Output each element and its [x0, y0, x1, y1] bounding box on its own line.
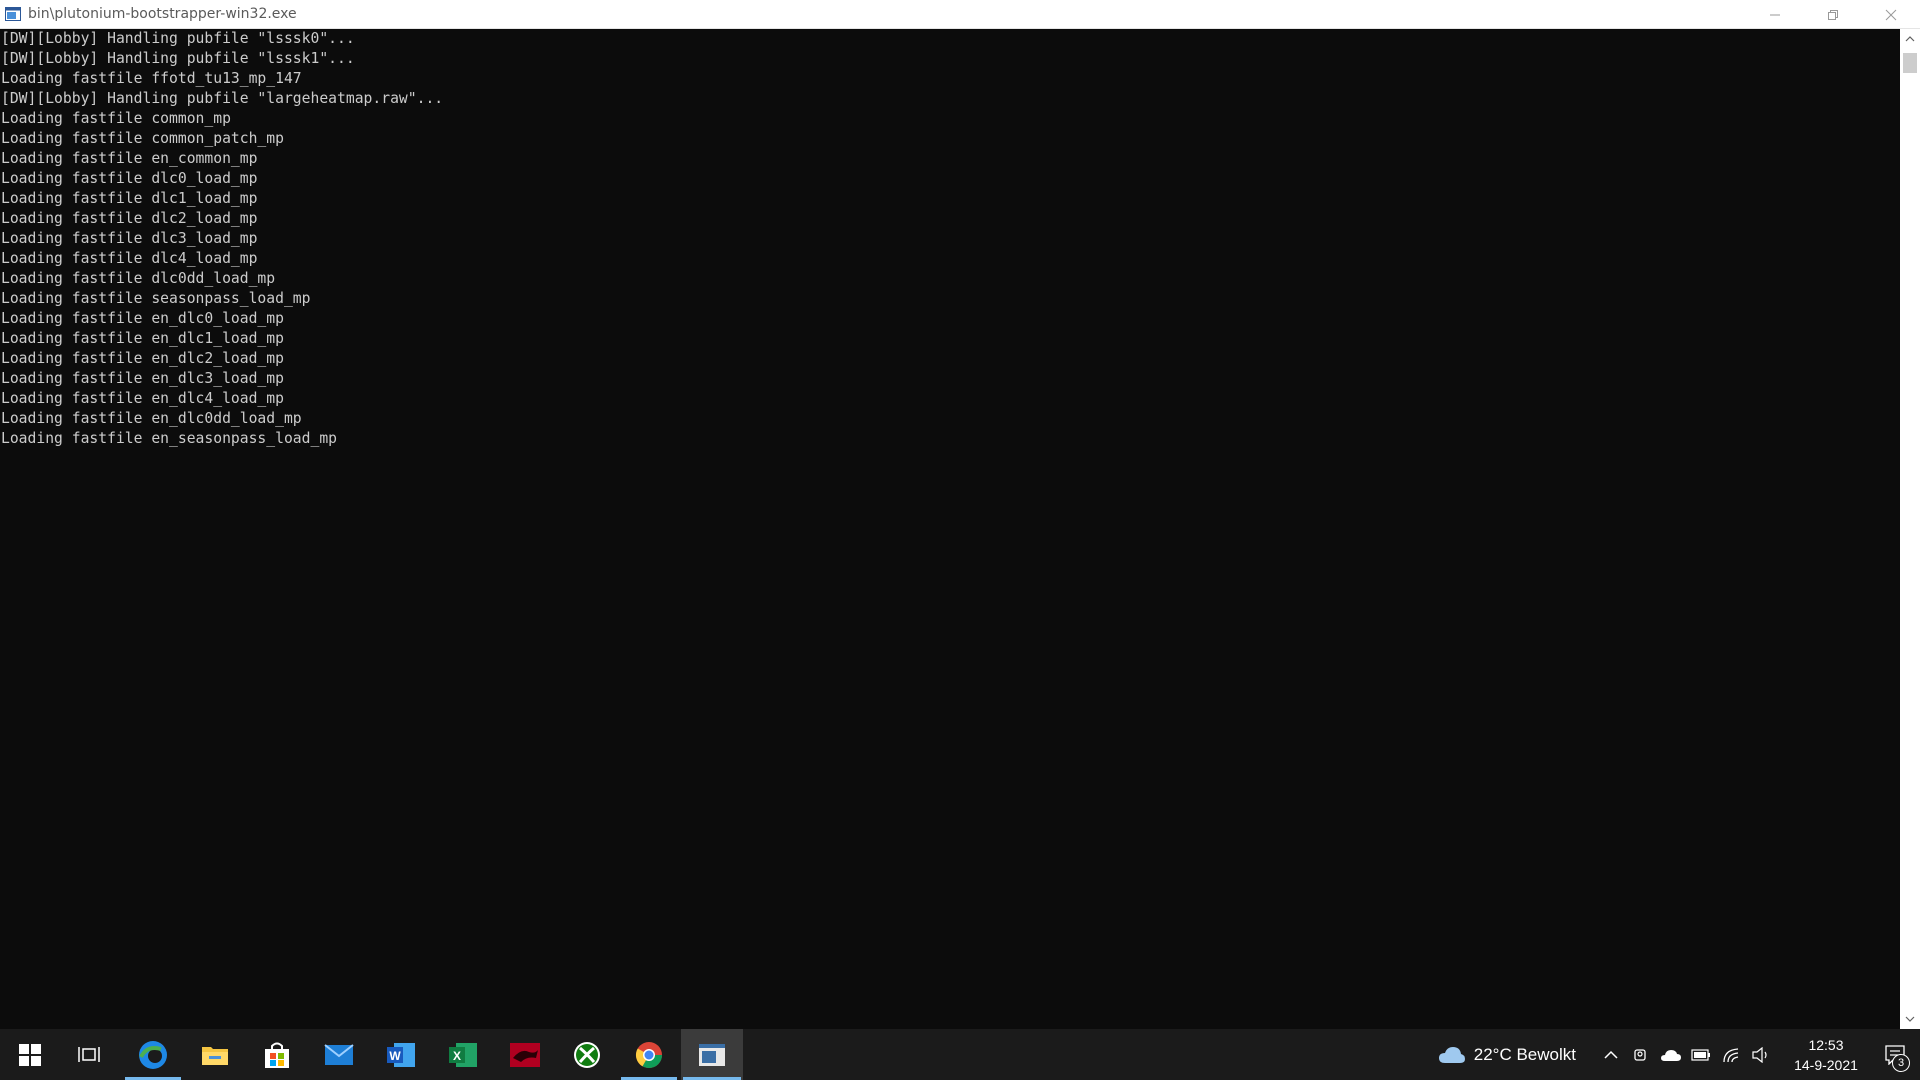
wifi-icon: [1723, 1047, 1739, 1062]
console-line: Loading fastfile en_dlc1_load_mp: [1, 330, 284, 347]
edge-icon: [139, 1040, 167, 1069]
console-line: Loading fastfile en_common_mp: [1, 150, 258, 167]
taskbar: W X 22°C Bewolkt 12:53 14-9-2021 3: [0, 1029, 1920, 1080]
taskbar-app-edge[interactable]: [123, 1029, 183, 1080]
notification-center-button[interactable]: 3: [1870, 1029, 1920, 1080]
task-view-icon: [78, 1046, 100, 1062]
task-view-button[interactable]: [59, 1029, 119, 1080]
console-line: Loading fastfile dlc1_load_mp: [1, 190, 258, 207]
taskbar-app-excel[interactable]: X: [433, 1029, 493, 1080]
taskbar-app-console[interactable]: [681, 1029, 743, 1080]
meet-now-button[interactable]: [1626, 1029, 1656, 1080]
console-line: Loading fastfile common_mp: [1, 110, 231, 127]
xbox-icon: [574, 1041, 600, 1068]
weather-text: 22°C Bewolkt: [1473, 1044, 1576, 1064]
battery-button[interactable]: [1686, 1029, 1716, 1080]
console-line: Loading fastfile en_dlc3_load_mp: [1, 370, 284, 387]
cloud-icon: [1438, 1046, 1465, 1063]
console-line: [DW][Lobby] Handling pubfile "lsssk1"...: [1, 50, 355, 67]
taskbar-app-mail[interactable]: [309, 1029, 369, 1080]
svg-text:X: X: [453, 1049, 461, 1063]
console-line: [DW][Lobby] Handling pubfile "largeheatm…: [1, 90, 444, 107]
console-line: Loading fastfile en_dlc0_load_mp: [1, 310, 284, 327]
weather-widget[interactable]: 22°C Bewolkt: [1438, 1045, 1576, 1065]
window-title: bin\plutonium-bootstrapper-win32.exe: [28, 6, 297, 22]
volume-button[interactable]: [1746, 1029, 1776, 1080]
show-hidden-icons-button[interactable]: [1596, 1029, 1626, 1080]
start-button[interactable]: [0, 1029, 60, 1080]
taskbar-app-chrome[interactable]: [619, 1029, 679, 1080]
system-tray: 22°C Bewolkt 12:53 14-9-2021 3: [1438, 1029, 1920, 1080]
scroll-up-button[interactable]: [1900, 29, 1920, 49]
console-line: Loading fastfile en_dlc2_load_mp: [1, 350, 284, 367]
console-line: Loading fastfile dlc3_load_mp: [1, 230, 258, 247]
onedrive-icon: [1661, 1049, 1681, 1061]
onedrive-button[interactable]: [1656, 1029, 1686, 1080]
console-output[interactable]: [DW][Lobby] Handling pubfile "lsssk0"...…: [0, 29, 1900, 1029]
console-line: Loading fastfile en_dlc0dd_load_mp: [1, 410, 302, 427]
console-line: Loading fastfile seasonpass_load_mp: [1, 290, 311, 307]
chrome-icon: [635, 1041, 663, 1068]
console-line: Loading fastfile en_seasonpass_load_mp: [1, 430, 338, 447]
console-line: Loading fastfile dlc0dd_load_mp: [1, 270, 276, 287]
scrollbar-thumb[interactable]: [1903, 53, 1917, 73]
taskbar-app-red[interactable]: [495, 1029, 555, 1080]
clock-time: 12:53: [1808, 1036, 1844, 1053]
mail-icon: [324, 1043, 354, 1065]
svg-text:W: W: [389, 1049, 401, 1063]
start-icon: [19, 1043, 41, 1066]
network-button[interactable]: [1716, 1029, 1746, 1080]
console-line: Loading fastfile dlc0_load_mp: [1, 170, 258, 187]
file-explorer-icon: [202, 1046, 228, 1065]
console-app-icon: [4, 6, 22, 22]
clock[interactable]: 12:53 14-9-2021: [1782, 1035, 1870, 1075]
chevron-down-icon: [1905, 1016, 1915, 1022]
close-button[interactable]: [1862, 0, 1920, 29]
console-line: Loading fastfile ffotd_tu13_mp_147: [1, 70, 302, 87]
console-line: Loading fastfile common_patch_mp: [1, 130, 284, 147]
red-app-icon: [510, 1042, 540, 1067]
console-line: Loading fastfile dlc2_load_mp: [1, 210, 258, 227]
minimize-icon: [1770, 14, 1780, 15]
window-controls: [1746, 0, 1920, 29]
restore-icon: [1828, 9, 1838, 20]
store-icon: [265, 1042, 289, 1068]
restore-button[interactable]: [1804, 0, 1862, 29]
close-icon: [1885, 9, 1897, 20]
volume-icon: [1752, 1046, 1767, 1063]
excel-icon: X: [449, 1042, 477, 1067]
meet-now-icon: [1634, 1048, 1646, 1061]
notification-count-badge: 3: [1892, 1054, 1910, 1072]
taskbar-app-xbox[interactable]: [557, 1029, 617, 1080]
battery-icon: [1691, 1048, 1710, 1061]
chevron-up-icon: [1905, 36, 1915, 42]
taskbar-app-store[interactable]: [247, 1029, 307, 1080]
vertical-scrollbar[interactable]: [1900, 29, 1920, 1029]
taskbar-app-word[interactable]: W: [371, 1029, 431, 1080]
minimize-button[interactable]: [1746, 0, 1804, 29]
console-line: Loading fastfile en_dlc4_load_mp: [1, 390, 284, 407]
console-line: [DW][Lobby] Handling pubfile "lsssk0"...: [1, 30, 355, 47]
console-line: Loading fastfile dlc4_load_mp: [1, 250, 258, 267]
window-titlebar[interactable]: bin\plutonium-bootstrapper-win32.exe: [0, 0, 1920, 29]
scroll-down-button[interactable]: [1900, 1009, 1920, 1029]
clock-date: 14-9-2021: [1794, 1056, 1858, 1073]
chevron-up-icon: [1604, 1050, 1618, 1059]
taskbar-app-file-explorer[interactable]: [185, 1029, 245, 1080]
console-icon: [699, 1043, 725, 1066]
word-icon: W: [387, 1042, 415, 1067]
